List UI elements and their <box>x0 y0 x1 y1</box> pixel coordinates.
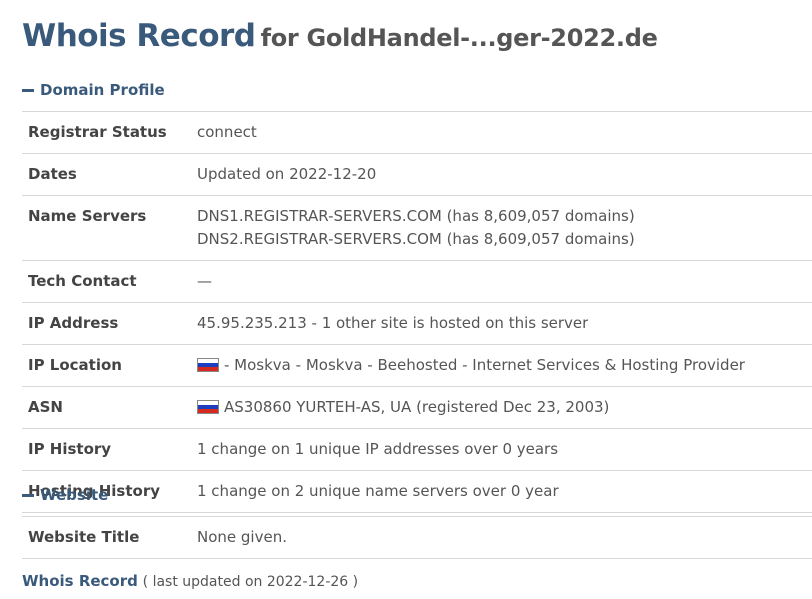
row-label: Name Servers <box>28 207 147 225</box>
ip-location-text: - Moskva - Moskva - Beehosted - Internet… <box>224 356 745 374</box>
row-label: IP Location <box>28 356 122 374</box>
row-label: Registrar Status <box>28 123 167 141</box>
page-title: Whois Record for GoldHandel-...ger-2022.… <box>22 18 658 54</box>
table-row-ip-address: IP Address 45.95.235.213 - 1 other site … <box>22 303 812 345</box>
table-row-hosting-history: Hosting History 1 change on 2 unique nam… <box>22 471 812 513</box>
ip-history-link[interactable]: 1 change on 1 unique IP addresses over 0… <box>197 438 558 461</box>
table-row-asn: ASN AS30860 YURTEH-AS, UA (registered De… <box>22 387 812 429</box>
hosting-history-link[interactable]: 1 change on 2 unique name servers over 0… <box>197 480 559 503</box>
table-row-ip-history: IP History 1 change on 1 unique IP addre… <box>22 429 812 471</box>
row-value: — <box>197 272 212 290</box>
row-value: AS30860 YURTEH-AS, UA (registered Dec 23… <box>197 396 609 419</box>
page-title-main: Whois Record <box>22 18 256 54</box>
section-toggle-website[interactable]: Website <box>22 486 108 504</box>
row-value: Updated on 2022-12-20 <box>197 165 377 183</box>
table-row-tech-contact: Tech Contact — <box>22 261 812 303</box>
russia-flag-icon <box>197 358 219 372</box>
table-row-registrar-status: Registrar Status connect <box>22 112 812 154</box>
row-value: connect <box>197 123 257 141</box>
table-row-dates: Dates Updated on 2022-12-20 <box>22 154 812 196</box>
row-value: None given. <box>197 528 287 546</box>
table-row-ip-location: IP Location - Moskva - Moskva - Beehoste… <box>22 345 812 387</box>
whois-record-link[interactable]: Whois Record <box>22 572 138 590</box>
asn-text: AS30860 YURTEH-AS, UA (registered Dec 23… <box>224 398 610 416</box>
row-value: - Moskva - Moskva - Beehosted - Internet… <box>197 354 745 377</box>
row-label: Website Title <box>28 528 140 546</box>
ip-address-link[interactable]: 45.95.235.213 - 1 other site is hosted o… <box>197 312 588 335</box>
footer: Whois Record ( last updated on 2022-12-2… <box>22 572 358 590</box>
domain-profile-table: Registrar Status connect Dates Updated o… <box>22 111 812 513</box>
row-label: ASN <box>28 398 63 416</box>
collapse-minus-icon <box>22 88 34 92</box>
website-table: Website Title None given. <box>22 516 812 559</box>
row-label: Tech Contact <box>28 272 137 290</box>
name-server-1: DNS1.REGISTRAR-SERVERS.COM (has 8,609,05… <box>197 207 635 225</box>
collapse-minus-icon <box>22 493 34 497</box>
page-title-domain: for GoldHandel-...ger-2022.de <box>260 24 658 52</box>
section-title-domain-profile: Domain Profile <box>40 81 165 99</box>
table-row-name-servers: Name Servers DNS1.REGISTRAR-SERVERS.COM … <box>22 196 812 261</box>
russia-flag-icon <box>197 400 219 414</box>
row-label: IP Address <box>28 314 119 332</box>
section-title-website: Website <box>40 486 109 504</box>
row-value: DNS1.REGISTRAR-SERVERS.COM (has 8,609,05… <box>197 205 635 251</box>
row-label: IP History <box>28 440 112 458</box>
table-row-website-title: Website Title None given. <box>22 517 812 559</box>
section-toggle-domain-profile[interactable]: Domain Profile <box>22 81 165 99</box>
row-label: Dates <box>28 165 77 183</box>
name-server-2: DNS2.REGISTRAR-SERVERS.COM (has 8,609,05… <box>197 230 635 248</box>
last-updated-note: ( last updated on 2022-12-26 ) <box>142 574 359 590</box>
